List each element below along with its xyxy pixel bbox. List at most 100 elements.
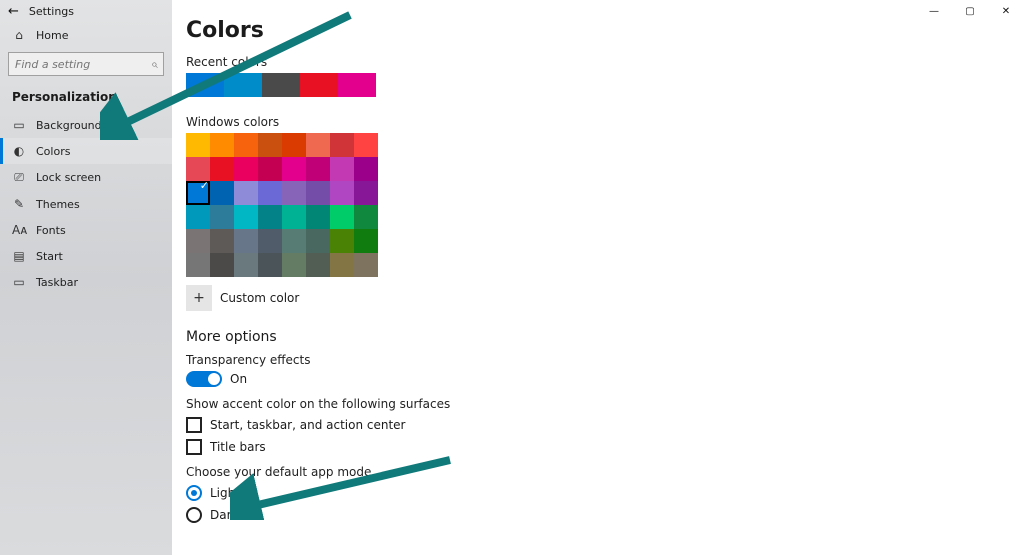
back-button[interactable]: ← <box>8 4 19 19</box>
color-swatch[interactable] <box>282 205 306 229</box>
color-swatch[interactable] <box>354 157 378 181</box>
color-swatch[interactable] <box>234 181 258 205</box>
surfaces-heading: Show accent color on the following surfa… <box>186 397 1024 411</box>
custom-color-label: Custom color <box>220 291 299 305</box>
color-swatch[interactable] <box>354 133 378 157</box>
checkbox-icon <box>186 417 202 433</box>
color-swatch[interactable] <box>306 157 330 181</box>
window-title: Settings <box>29 5 74 18</box>
mode-dark-radio[interactable]: Dark <box>186 507 1024 523</box>
nav-item-fonts[interactable]: Aᴀ Fonts <box>0 217 172 243</box>
nav-item-start[interactable]: ▤Start <box>0 243 172 269</box>
color-swatch[interactable] <box>258 157 282 181</box>
recent-colors-label: Recent colors <box>186 55 1024 69</box>
color-swatch[interactable] <box>282 157 306 181</box>
nav-item-label: Colors <box>36 145 70 158</box>
minimize-button[interactable]: — <box>916 0 952 22</box>
color-swatch[interactable] <box>354 205 378 229</box>
search-icon: ⌕ <box>151 57 158 72</box>
color-swatch[interactable] <box>282 181 306 205</box>
color-swatch[interactable] <box>186 133 210 157</box>
surface-start-checkbox[interactable]: Start, taskbar, and action center <box>186 417 1024 433</box>
color-swatch[interactable] <box>234 253 258 277</box>
color-swatch[interactable] <box>186 157 210 181</box>
color-swatch[interactable] <box>330 157 354 181</box>
color-swatch[interactable] <box>210 157 234 181</box>
custom-color-button[interactable]: + Custom color <box>186 285 1024 311</box>
radio-icon <box>186 507 202 523</box>
nav-home[interactable]: ⌂ Home <box>0 22 172 48</box>
recent-color-swatch[interactable] <box>338 73 376 97</box>
recent-color-swatch[interactable] <box>262 73 300 97</box>
maximize-button[interactable]: ▢ <box>952 0 988 22</box>
color-swatch[interactable] <box>282 253 306 277</box>
color-swatch[interactable] <box>234 205 258 229</box>
color-swatch[interactable] <box>306 181 330 205</box>
checkbox-icon <box>186 439 202 455</box>
search-input[interactable] <box>8 52 164 76</box>
nav-item-themes[interactable]: ✎Themes <box>0 191 172 217</box>
color-swatch[interactable] <box>210 181 234 205</box>
window-controls: — ▢ ✕ <box>916 0 1024 22</box>
color-swatch[interactable] <box>330 253 354 277</box>
color-swatch[interactable] <box>186 229 210 253</box>
color-swatch[interactable] <box>306 133 330 157</box>
color-swatch[interactable] <box>210 229 234 253</box>
color-swatch[interactable] <box>330 181 354 205</box>
recent-colors <box>186 73 1024 97</box>
background-icon: ▭ <box>12 118 26 132</box>
color-swatch[interactable] <box>186 205 210 229</box>
color-swatch[interactable] <box>306 229 330 253</box>
color-swatch[interactable] <box>282 229 306 253</box>
color-swatch[interactable] <box>354 253 378 277</box>
nav-item-label: Background <box>36 119 102 132</box>
color-swatch[interactable] <box>234 133 258 157</box>
color-swatch[interactable] <box>258 229 282 253</box>
transparency-label: Transparency effects <box>186 353 1024 367</box>
sidebar: ← Settings ⌂ Home ⌕ Personalization ▭Bac… <box>0 0 172 555</box>
color-swatch[interactable] <box>234 157 258 181</box>
nav-home-label: Home <box>36 29 68 42</box>
color-swatch[interactable] <box>186 181 210 205</box>
plus-icon: + <box>186 285 212 311</box>
color-swatch[interactable] <box>330 229 354 253</box>
color-swatch[interactable] <box>354 229 378 253</box>
recent-color-swatch[interactable] <box>186 73 224 97</box>
radio-icon <box>186 485 202 501</box>
nav-item-taskbar[interactable]: ▭Taskbar <box>0 269 172 295</box>
nav-item-colors[interactable]: ◐Colors <box>0 138 172 164</box>
nav-list: ▭ Background ◐Colors⎚Lock screen✎Themes Aᴀ F… <box>0 112 172 295</box>
color-swatch[interactable] <box>306 253 330 277</box>
page-title: Colors <box>186 18 1024 43</box>
color-swatch[interactable] <box>210 253 234 277</box>
transparency-toggle[interactable] <box>186 371 222 387</box>
color-swatch[interactable] <box>258 253 282 277</box>
surface-start-label: Start, taskbar, and action center <box>210 418 406 432</box>
color-swatch[interactable] <box>354 181 378 205</box>
color-swatch[interactable] <box>330 205 354 229</box>
recent-color-swatch[interactable] <box>224 73 262 97</box>
color-swatch[interactable] <box>282 133 306 157</box>
surface-titlebars-checkbox[interactable]: Title bars <box>186 439 1024 455</box>
mode-dark-label: Dark <box>210 508 238 522</box>
nav-item-label: Fonts <box>36 224 66 237</box>
color-swatch[interactable] <box>186 253 210 277</box>
titlebar: ← Settings <box>0 0 172 22</box>
fonts-icon: Aᴀ <box>12 223 26 237</box>
mode-light-radio[interactable]: Light <box>186 485 1024 501</box>
color-swatch[interactable] <box>234 229 258 253</box>
surface-titlebars-label: Title bars <box>210 440 266 454</box>
color-swatch[interactable] <box>258 205 282 229</box>
close-button[interactable]: ✕ <box>988 0 1024 22</box>
color-swatch[interactable] <box>210 205 234 229</box>
content: Colors Recent colors Windows colors + Cu… <box>172 0 1024 555</box>
color-swatch[interactable] <box>306 205 330 229</box>
color-swatch[interactable] <box>330 133 354 157</box>
mode-heading: Choose your default app mode <box>186 465 1024 479</box>
recent-color-swatch[interactable] <box>300 73 338 97</box>
color-swatch[interactable] <box>210 133 234 157</box>
nav-item-lock-screen[interactable]: ⎚Lock screen <box>0 164 172 191</box>
nav-item-background[interactable]: ▭ Background <box>0 112 172 138</box>
color-swatch[interactable] <box>258 133 282 157</box>
color-swatch[interactable] <box>258 181 282 205</box>
